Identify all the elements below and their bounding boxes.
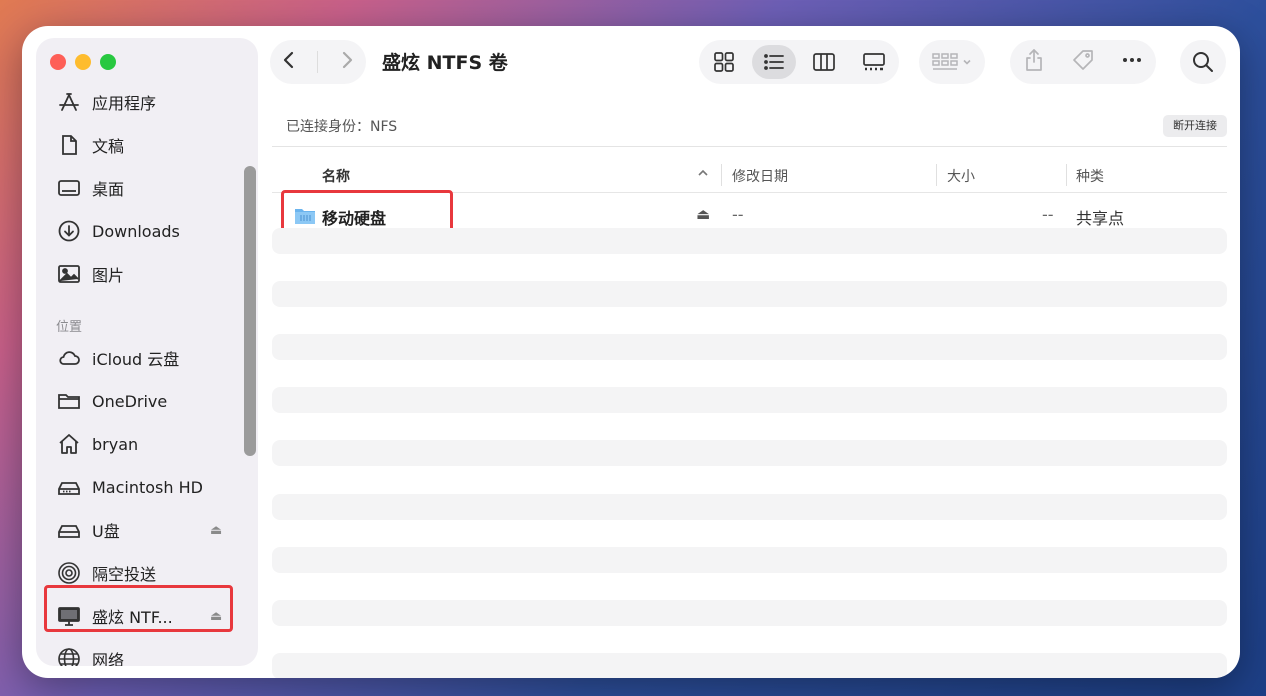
empty-row xyxy=(272,653,1227,678)
share-icon xyxy=(1026,49,1043,71)
sidebar-item-downloads[interactable]: Downloads xyxy=(46,213,236,249)
sidebar-item-network[interactable]: 网络 xyxy=(46,641,236,666)
folder-icon xyxy=(56,388,82,414)
sidebar-item-onedrive[interactable]: OneDrive xyxy=(46,383,236,419)
chevron-down-icon xyxy=(963,59,971,65)
empty-row xyxy=(272,440,1227,466)
zoom-button[interactable] xyxy=(100,54,116,70)
hard-drive-icon xyxy=(56,474,82,500)
file-size: -- xyxy=(1042,205,1054,224)
eject-icon[interactable]: ⏏ xyxy=(696,205,710,223)
sidebar-item-home[interactable]: bryan xyxy=(46,426,236,462)
applications-icon xyxy=(56,89,82,115)
more-button[interactable] xyxy=(1120,48,1144,76)
tag-button[interactable] xyxy=(1071,48,1095,76)
column-size[interactable]: 大小 xyxy=(947,166,975,186)
sidebar-item-usb[interactable]: U盘 ⏏ xyxy=(46,512,236,548)
sidebar: 应用程序 文稿 桌面 Downloads 图片 位置 iCloud 云盘 One… xyxy=(36,38,258,666)
forward-button[interactable] xyxy=(337,50,357,74)
connection-status: 已连接身份：NFS xyxy=(286,119,398,135)
tag-icon xyxy=(1073,50,1093,70)
columns-icon xyxy=(813,53,835,71)
download-icon xyxy=(56,218,82,244)
navigation-buttons xyxy=(270,40,366,84)
search-icon xyxy=(1193,52,1213,72)
pictures-icon xyxy=(56,261,82,287)
sidebar-item-documents[interactable]: 文稿 xyxy=(46,127,236,163)
file-date: -- xyxy=(732,205,744,224)
locations-header: 位置 xyxy=(56,320,83,335)
window-controls xyxy=(50,54,116,70)
list-view-button[interactable] xyxy=(752,45,796,79)
grid-icon xyxy=(714,52,734,72)
column-header: 名称 修改日期 大小 种类 xyxy=(272,160,1227,193)
close-button[interactable] xyxy=(50,54,66,70)
share-button[interactable] xyxy=(1022,48,1046,76)
column-view-button[interactable] xyxy=(802,45,846,79)
sidebar-scrollbar[interactable] xyxy=(244,166,256,456)
file-kind: 共享点 xyxy=(1076,209,1125,228)
cloud-icon xyxy=(56,345,82,371)
window-title: 盛炫 NTFS 卷 xyxy=(382,52,508,74)
gallery-view-button[interactable] xyxy=(852,45,896,79)
back-button[interactable] xyxy=(279,50,299,74)
sidebar-item-desktop[interactable]: 桌面 xyxy=(46,170,236,206)
finder-window: 应用程序 文稿 桌面 Downloads 图片 位置 iCloud 云盘 One… xyxy=(22,26,1240,678)
column-name[interactable]: 名称 xyxy=(322,166,350,186)
empty-row xyxy=(272,281,1227,307)
empty-row xyxy=(272,600,1227,626)
empty-row xyxy=(272,547,1227,573)
airdrop-icon xyxy=(56,560,82,586)
desktop-icon xyxy=(56,175,82,201)
group-button[interactable] xyxy=(919,40,985,84)
globe-icon xyxy=(56,646,82,666)
minimize-button[interactable] xyxy=(75,54,91,70)
disconnect-button[interactable]: 断开连接 xyxy=(1163,115,1227,137)
sidebar-item-macintosh-hd[interactable]: Macintosh HD xyxy=(46,469,236,505)
connection-bar: 已连接身份：NFS 断开连接 xyxy=(272,106,1227,147)
group-grid-icon xyxy=(932,53,958,70)
document-icon xyxy=(56,132,82,158)
sidebar-item-pictures[interactable]: 图片 xyxy=(46,256,236,292)
column-date[interactable]: 修改日期 xyxy=(732,166,788,186)
column-kind[interactable]: 种类 xyxy=(1076,166,1104,186)
more-icon xyxy=(1122,58,1141,62)
sidebar-item-icloud[interactable]: iCloud 云盘 xyxy=(46,340,236,376)
view-switcher xyxy=(699,40,899,84)
empty-row xyxy=(272,334,1227,360)
gallery-icon xyxy=(863,53,885,71)
sidebar-item-applications[interactable]: 应用程序 xyxy=(46,84,236,120)
empty-row xyxy=(272,228,1227,254)
chevron-right-icon xyxy=(342,51,352,69)
search-button[interactable] xyxy=(1180,40,1226,84)
sort-chevron-up-icon[interactable] xyxy=(697,167,709,183)
empty-row xyxy=(272,494,1227,520)
home-icon xyxy=(56,431,82,457)
chevron-left-icon xyxy=(284,51,294,69)
icon-view-button[interactable] xyxy=(702,45,746,79)
external-drive-icon xyxy=(56,517,82,543)
eject-icon[interactable]: ⏏ xyxy=(210,523,224,538)
highlight-box xyxy=(44,585,233,632)
action-buttons xyxy=(1010,40,1156,84)
list-icon xyxy=(764,54,784,70)
empty-row xyxy=(272,387,1227,413)
